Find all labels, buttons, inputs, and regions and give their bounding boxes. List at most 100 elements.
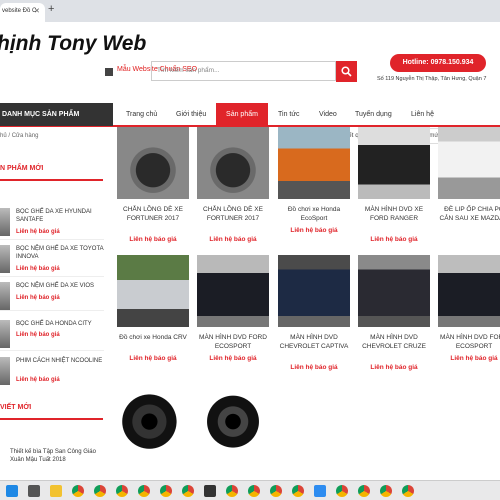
product-thumbnail	[0, 208, 10, 236]
photos-icon[interactable]	[314, 485, 326, 497]
divider	[0, 276, 104, 277]
product-image[interactable]	[197, 127, 269, 199]
category-menu-button[interactable]: DANH MỤC SẢN PHẨM	[0, 103, 113, 126]
divider	[0, 310, 104, 311]
product-image[interactable]	[117, 382, 189, 454]
sidebar-product[interactable]: BỌC GHẾ DA HONDA CITY Liên hệ báo giá	[0, 320, 104, 350]
hotline-button[interactable]: Hotline: 0978.150.934	[390, 54, 486, 72]
search-icon[interactable]	[28, 485, 40, 497]
product-image[interactable]	[438, 127, 500, 199]
nav-item-products[interactable]: Sản phẩm	[216, 103, 268, 126]
product-price: Liên hệ báo giá	[129, 236, 177, 243]
product-price: Liên hệ báo giá	[370, 364, 418, 371]
product-price: Liên hệ báo giá	[290, 227, 338, 234]
chrome-icon[interactable]	[138, 485, 150, 497]
sidebar-product-name[interactable]: BỌC GHẾ DA XE HYUNDAI SANTAFE	[16, 208, 104, 224]
nav-item-about[interactable]: Giới thiệu	[176, 103, 206, 126]
product-price: Liên hệ báo giá	[290, 364, 338, 371]
new-products-heading: N PHẨM MỚI	[0, 159, 103, 181]
product-price: Liên hệ báo giá	[209, 355, 257, 362]
product-image[interactable]	[117, 127, 189, 199]
product-image[interactable]	[278, 127, 350, 199]
close-icon[interactable]: ✕	[34, 7, 40, 15]
chrome-icon[interactable]	[336, 485, 348, 497]
nav-item-news[interactable]: Tin tức	[278, 103, 300, 126]
product-price: Liên hệ báo giá	[209, 236, 257, 243]
nav-item-video[interactable]: Video	[319, 103, 337, 126]
chrome-icon[interactable]	[270, 485, 282, 497]
product-name[interactable]: Đồ chơi xe Honda CRV	[117, 333, 189, 342]
product-name[interactable]: MÀN HÌNH DVD XE FORD RANGER	[358, 205, 430, 223]
sidebar-product-name[interactable]: BỌC NỆM GHẾ DA XE VIOS	[16, 282, 104, 290]
chrome-icon[interactable]	[292, 485, 304, 497]
chrome-icon[interactable]	[116, 485, 128, 497]
breadcrumb-home[interactable]: hủ	[0, 133, 7, 139]
breadcrumb: hủ / Cửa hàng	[0, 133, 38, 139]
browser-tab[interactable]: vebsite Đồ C ✕	[0, 3, 45, 22]
product-image[interactable]	[358, 255, 430, 327]
file-explorer-icon[interactable]	[50, 485, 62, 497]
product-price: Liên hệ báo giá	[129, 355, 177, 362]
taskbar	[0, 480, 500, 500]
sidebar-product[interactable]: BỌC NỆM GHẾ DA XE TOYOTA INNOVA Liên hệ …	[0, 245, 104, 275]
product-name[interactable]: MÀN HÌNH DVD CHEVROLET CAPTIVA	[278, 333, 350, 351]
product-name[interactable]: CHẮN LỒNG DÈ XE FORTUNER 2017	[117, 205, 189, 223]
product-thumbnail	[0, 357, 10, 385]
chrome-icon[interactable]	[248, 485, 260, 497]
nav-item-contact[interactable]: Liên hệ	[411, 103, 434, 126]
product-name[interactable]: CHẮN LỒNG DÈ XE FORTUNER 2017	[197, 205, 269, 223]
chrome-icon[interactable]	[72, 485, 84, 497]
chrome-icon[interactable]	[402, 485, 414, 497]
video-icon[interactable]	[204, 485, 216, 497]
product-image[interactable]	[197, 382, 269, 454]
nav-item-careers[interactable]: Tuyển dụng	[355, 103, 392, 126]
nav-item-home[interactable]: Trang chủ	[126, 103, 157, 126]
product-name[interactable]: MÀN HÌNH DVD FORD ECOSPORT	[197, 333, 269, 351]
chrome-icon[interactable]	[380, 485, 392, 497]
product-image[interactable]	[438, 255, 500, 327]
sidebar-product-price: Liên hệ báo giá	[16, 295, 60, 301]
chrome-icon[interactable]	[94, 485, 106, 497]
sidebar-product-name[interactable]: PHIM CÁCH NHIỆT NCOOLINE	[16, 357, 104, 365]
chrome-icon[interactable]	[358, 485, 370, 497]
chrome-icon[interactable]	[226, 485, 238, 497]
store-address: Số 119 Nguyễn Thị Thập, Tân Hưng, Quận 7	[377, 76, 487, 82]
product-name[interactable]: MÀN HÌNH DVD CHEVROLET CRUZE	[358, 333, 430, 351]
sidebar-product-name[interactable]: BỌC NỆM GHẾ DA XE TOYOTA INNOVA	[16, 245, 104, 261]
sidebar-product[interactable]: BỌC NỆM GHẾ DA XE VIOS Liên hệ báo giá	[0, 282, 104, 312]
product-image[interactable]	[197, 255, 269, 327]
website: hịnh Tony Web Mẫu Website Chuẩn SEO Tìm …	[0, 22, 500, 480]
product-thumbnail	[0, 282, 10, 310]
site-logo[interactable]: hịnh Tony Web	[0, 32, 146, 56]
sidebar-product-price: Liên hệ báo giá	[16, 377, 60, 383]
main-nav: DANH MỤC SẢN PHẨM Trang chủ Giới thiệu S…	[0, 103, 500, 127]
search-button[interactable]	[336, 61, 357, 82]
divider	[0, 239, 104, 240]
chrome-icon[interactable]	[160, 485, 172, 497]
product-image[interactable]	[278, 255, 350, 327]
product-name[interactable]: Đồ chơi xe Honda EcoSport	[278, 205, 350, 223]
product-image[interactable]	[358, 127, 430, 199]
breadcrumb-separator: /	[8, 133, 11, 139]
product-thumbnail	[0, 320, 10, 348]
breadcrumb-current: Cửa hàng	[11, 133, 39, 139]
product-price: Liên hệ báo giá	[370, 236, 418, 243]
product-name[interactable]: ĐÈ LIP ỐP CHIA PÔ CẢN SAU XE MAZDA 3	[438, 205, 500, 223]
logo-icon	[105, 68, 113, 76]
product-image[interactable]	[117, 255, 189, 327]
sidebar-product-price: Liên hệ báo giá	[16, 229, 60, 235]
browser-tab-strip: vebsite Đồ C ✕ +	[0, 0, 500, 22]
sidebar-post-title[interactable]: Thiết kế bìa Tập San Công Giáo Xuân Mậu …	[10, 448, 102, 464]
plus-icon[interactable]: +	[48, 3, 54, 15]
sidebar-product[interactable]: BỌC GHẾ DA XE HYUNDAI SANTAFE Liên hệ bá…	[0, 208, 104, 238]
search-icon	[341, 66, 352, 77]
product-thumbnail	[0, 245, 10, 273]
sidebar-product-name[interactable]: BỌC GHẾ DA HONDA CITY	[16, 320, 104, 328]
sidebar-product-price: Liên hệ báo giá	[16, 332, 60, 338]
chrome-icon[interactable]	[182, 485, 194, 497]
sidebar-product[interactable]: PHIM CÁCH NHIỆT NCOOLINE Liên hệ báo giá	[0, 357, 104, 387]
product-price: Liên hệ báo giá	[450, 355, 498, 362]
start-icon[interactable]	[6, 485, 18, 497]
product-name[interactable]: MÀN HÌNH DVD FORD ECOSPORT	[438, 333, 500, 351]
search-input[interactable]: Tìm kiếm sản phẩm...	[151, 61, 336, 81]
